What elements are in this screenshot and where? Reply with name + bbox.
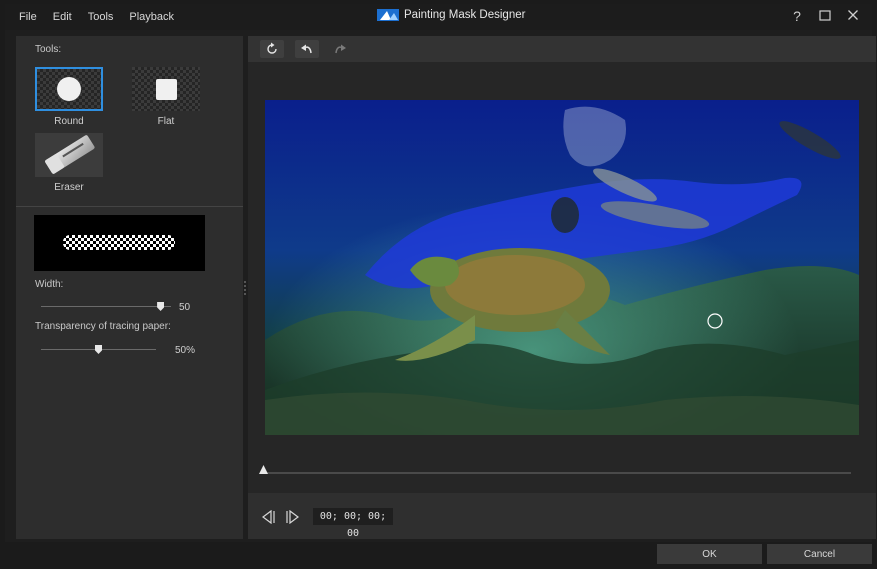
cancel-button[interactable]: Cancel (767, 544, 872, 564)
round-tool-label: Round (54, 116, 84, 127)
reset-button[interactable] (260, 40, 284, 58)
main-window: File Edit Tools Playback Painting Mask D… (5, 4, 876, 565)
timeline-playhead[interactable] (259, 465, 268, 474)
flat-brush-icon (156, 79, 177, 100)
brush-preview (34, 215, 205, 271)
redo-button[interactable] (328, 40, 352, 58)
width-label: Width: (35, 279, 64, 290)
eraser-tool-label: Eraser (54, 182, 84, 193)
menu-playback[interactable]: Playback (129, 11, 174, 23)
video-canvas[interactable] (265, 100, 859, 435)
transparency-label: Transparency of tracing paper: (35, 321, 171, 332)
maximize-icon (819, 10, 831, 21)
previous-frame-icon (262, 510, 275, 524)
flat-brush-tool[interactable] (132, 67, 200, 111)
ok-button[interactable]: OK (657, 544, 762, 564)
maximize-button[interactable] (818, 9, 832, 23)
next-frame-button[interactable] (284, 509, 302, 525)
round-brush-tool[interactable] (35, 67, 103, 111)
title-bar: File Edit Tools Playback Painting Mask D… (5, 4, 872, 30)
width-slider-track[interactable] (41, 306, 171, 307)
editor-panel: 00; 00; 00; 00 (248, 36, 876, 539)
close-icon (848, 10, 858, 20)
flat-tool-label: Flat (157, 116, 175, 127)
eraser-tool[interactable] (35, 133, 103, 177)
eraser-icon (35, 133, 103, 177)
undo-icon (301, 44, 312, 54)
transparency-value: 50% (175, 345, 196, 356)
transparency-slider-thumb[interactable] (95, 345, 102, 354)
help-button[interactable]: ? (790, 9, 804, 23)
round-brush-icon (57, 77, 81, 101)
width-value: 50 (179, 302, 191, 313)
panel-resize-grip[interactable] (243, 279, 247, 297)
undo-button[interactable] (295, 40, 319, 58)
brush-stroke-preview (63, 235, 175, 250)
window-title: Painting Mask Designer (377, 9, 525, 21)
reset-icon (267, 42, 277, 54)
menu-bar: File Edit Tools Playback (19, 11, 174, 23)
next-frame-icon (286, 510, 299, 524)
window-title-text: Painting Mask Designer (404, 9, 526, 21)
menu-tools[interactable]: Tools (88, 11, 114, 23)
panel-divider (16, 206, 243, 207)
menu-edit[interactable]: Edit (53, 11, 72, 23)
close-button[interactable] (846, 9, 860, 23)
menu-file[interactable]: File (19, 11, 37, 23)
window-controls: ? (790, 9, 860, 23)
tools-heading: Tools: (35, 44, 62, 55)
timecode-display[interactable]: 00; 00; 00; 00 (313, 508, 393, 539)
previous-frame-button[interactable] (259, 509, 277, 525)
playback-controls: 00; 00; 00; 00 (248, 493, 876, 539)
redo-icon (335, 44, 346, 54)
width-slider-thumb[interactable] (157, 302, 165, 311)
editor-toolbar (248, 36, 876, 62)
underwater-turtle-frame (265, 100, 859, 435)
app-logo-icon (377, 9, 399, 21)
tools-panel: Tools: Round Flat Eraser Width: 50 Trans… (16, 36, 243, 539)
timeline-track[interactable] (263, 472, 851, 474)
